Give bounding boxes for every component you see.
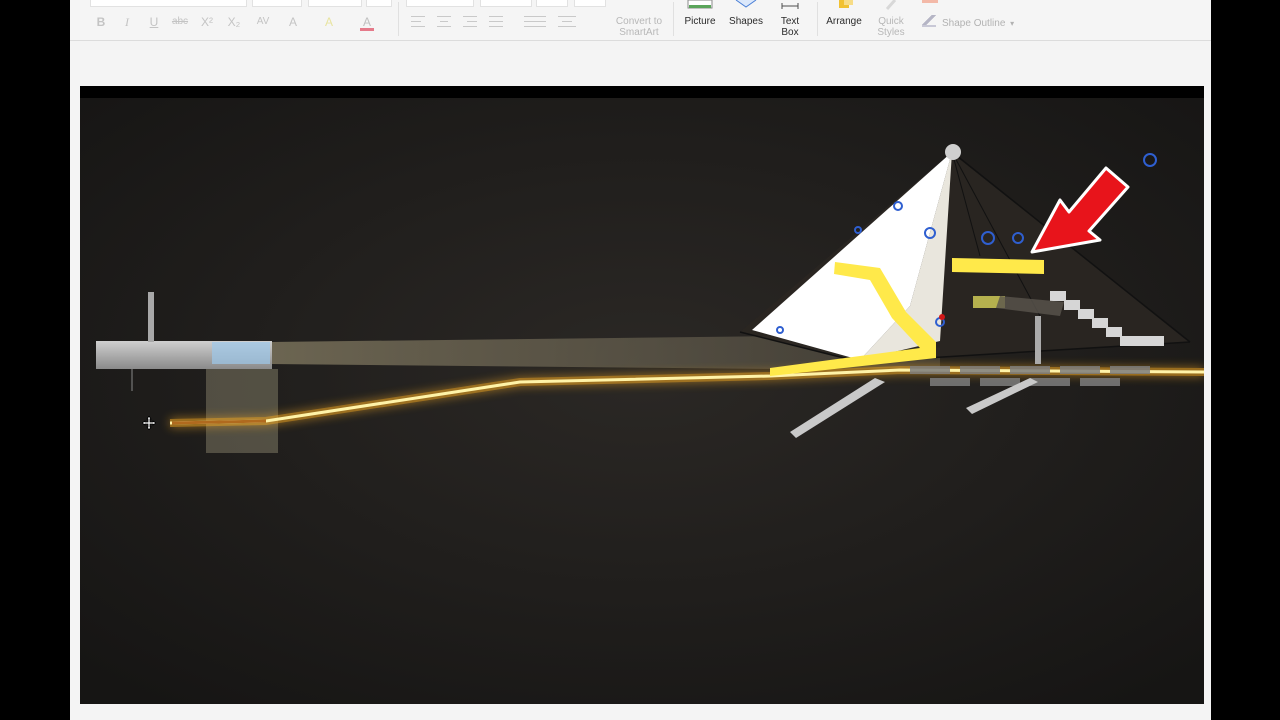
subscript-button[interactable]: X₂ [223, 12, 245, 32]
textbox-label-2: Box [781, 27, 799, 38]
textbox-label-1: Text [780, 16, 800, 27]
font-name-dropdown[interactable] [90, 0, 247, 7]
entrance-slab-highlight [212, 342, 270, 364]
vertical-post [148, 292, 154, 342]
convert-smartart-button[interactable]: Convert to SmartArt [608, 16, 670, 38]
shape-outline-button[interactable]: Shape Outline ▾ [922, 15, 1014, 29]
convert-label-2: SmartArt [619, 27, 659, 38]
italic-button[interactable]: I [116, 12, 138, 32]
move-cursor-icon [142, 416, 156, 430]
grow-font-button[interactable] [308, 0, 362, 7]
ribbon-separator [398, 2, 399, 36]
convert-label-1: Convert to [615, 16, 663, 27]
textbox-icon [781, 3, 799, 9]
red-marker-dot [939, 314, 945, 320]
indent-button[interactable] [536, 0, 568, 7]
arrange-label: Arrange [826, 16, 862, 27]
shapes-button[interactable]: Shapes [725, 0, 767, 38]
text-direction-button[interactable] [520, 12, 550, 32]
align-center-button[interactable] [433, 12, 455, 32]
font-color-button[interactable]: A [356, 12, 378, 32]
arrange-button[interactable]: Arrange [822, 0, 866, 38]
quick-styles-button[interactable]: Quick Styles [872, 0, 910, 38]
pen-icon [922, 15, 936, 27]
shrink-font-button[interactable] [366, 0, 392, 7]
character-spacing-button[interactable]: AV [252, 12, 274, 32]
font-color-label: A [362, 15, 371, 29]
numbering-button[interactable] [480, 0, 532, 7]
support-pillar [1035, 316, 1041, 364]
shape-outline-label: Shape Outline [942, 18, 1006, 29]
quick-styles-label-2: Styles [877, 27, 905, 38]
ribbon-separator [817, 2, 818, 36]
powerpoint-window: B I U abc X² X₂ AV A A A Convert to Smar… [70, 0, 1211, 720]
line-spacing-button[interactable] [574, 0, 606, 7]
justify-button[interactable] [485, 12, 507, 32]
shapes-icon [735, 0, 757, 8]
align-right-button[interactable] [459, 12, 481, 32]
pyramid-apex [945, 144, 961, 160]
quick-styles-icon [885, 0, 897, 10]
shape-fill-icon[interactable] [922, 0, 938, 3]
font-size-dropdown[interactable] [252, 0, 302, 7]
underline-button[interactable]: U [143, 12, 165, 32]
chevron-down-icon: ▾ [1010, 19, 1015, 28]
arrange-icon [839, 0, 853, 8]
picture-label: Picture [684, 16, 716, 27]
strikethrough-button[interactable]: abc [169, 12, 191, 32]
picture-button[interactable]: Picture [680, 0, 720, 38]
highlight-button[interactable]: A [318, 12, 340, 32]
change-case-button[interactable]: A [282, 12, 304, 32]
ribbon-separator [673, 2, 674, 36]
textbox-button[interactable]: Text Box [770, 0, 810, 38]
align-left-button[interactable] [407, 12, 429, 32]
superscript-button[interactable]: X² [196, 12, 218, 32]
laser-start-segment [171, 419, 267, 425]
align-text-button[interactable] [554, 12, 580, 32]
ribbon-toolbar: B I U abc X² X₂ AV A A A Convert to Smar… [70, 0, 1211, 41]
pyramid-3d-visualization [80, 86, 1204, 704]
picture-icon [687, 0, 713, 9]
bold-button[interactable]: B [90, 12, 112, 32]
lower-block [206, 369, 278, 453]
font-color-swatch [360, 28, 374, 31]
shapes-label: Shapes [729, 16, 763, 27]
bullets-button[interactable] [406, 0, 474, 7]
quick-styles-label-1: Quick [878, 16, 904, 27]
slide-canvas[interactable] [80, 86, 1204, 704]
kings-chamber-passage [952, 258, 1044, 274]
